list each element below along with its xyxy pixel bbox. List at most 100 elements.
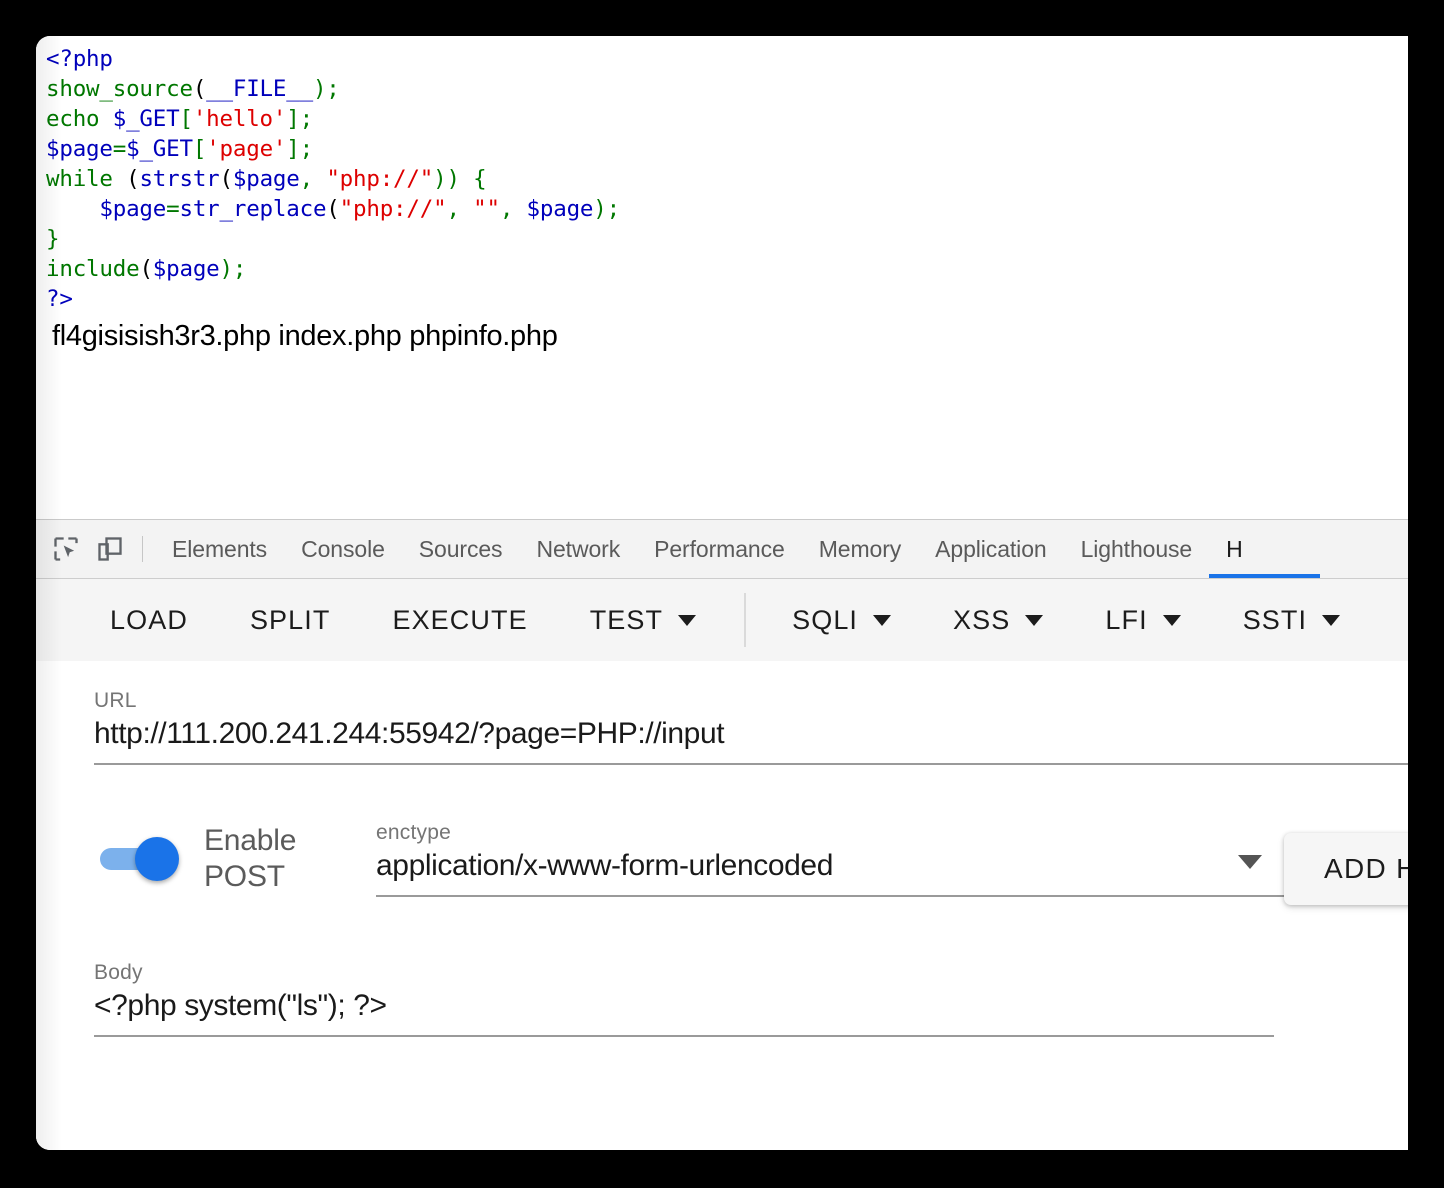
code-token: $_GET: [112, 106, 180, 132]
code-token: $page: [526, 196, 594, 222]
code-token: (: [126, 166, 140, 192]
tab-label: Elements: [172, 535, 268, 562]
code-token: (: [219, 166, 234, 192]
code-token: strstr: [139, 166, 220, 192]
add-header-button[interactable]: ADD H: [1284, 833, 1408, 905]
chevron-down-icon[interactable]: [678, 614, 697, 626]
toolbar-divider: [744, 593, 747, 647]
code-token: $page: [152, 256, 220, 282]
body-label: Body: [94, 961, 143, 984]
chevron-down-icon[interactable]: [1025, 614, 1044, 626]
tab-console[interactable]: Console: [284, 520, 402, 578]
url-underline: [94, 763, 1408, 765]
code-token: str_replace: [179, 196, 327, 222]
code-token: =: [112, 136, 127, 162]
hackbar-button-label: SSTI: [1242, 604, 1308, 635]
code-token: "php://": [326, 166, 434, 192]
code-token: "": [473, 196, 500, 222]
browser-window: <?php show_source(__FILE__); echo $_GET[…: [36, 36, 1408, 1150]
tab-label: Performance: [654, 535, 785, 562]
tab-lighthouse[interactable]: Lighthouse: [1064, 520, 1210, 578]
code-token: (: [139, 256, 153, 282]
tab-label: Sources: [418, 535, 503, 562]
url-input[interactable]: http://111.200.241.244:55942/?page=PHP:/…: [94, 713, 1408, 751]
body-input[interactable]: <?php system("ls"); ?>: [94, 985, 1408, 1023]
code-token: 'hello': [192, 106, 287, 132]
code-token: ];: [286, 136, 313, 162]
tab-elements[interactable]: Elements: [155, 520, 284, 578]
code-token: $_GET: [126, 136, 193, 162]
hackbar-test-button[interactable]: TEST: [572, 595, 714, 646]
tabbar-divider: [142, 536, 143, 562]
devtools-tabbar: Elements Console Sources Network Performance…: [36, 520, 1408, 579]
url-label: URL: [94, 689, 137, 712]
tab-performance[interactable]: Performance: [637, 520, 802, 578]
enable-post-toggle[interactable]: [94, 837, 180, 881]
tab-memory[interactable]: Memory: [802, 520, 918, 578]
code-token: );: [312, 76, 340, 102]
hackbar-sqli-button[interactable]: SQLI: [774, 595, 909, 646]
code-token: ];: [286, 106, 313, 132]
code-token: ,: [299, 166, 327, 192]
code-token: =: [166, 196, 180, 222]
devtools-panel: Elements Console Sources Network Performance…: [36, 519, 1408, 1150]
chevron-down-icon[interactable]: [1238, 855, 1262, 869]
code-token: ?>: [46, 286, 73, 312]
tab-label: H: [1226, 535, 1243, 562]
hackbar-button-label: SQLI: [792, 604, 859, 635]
device-toolbar-icon[interactable]: [90, 529, 130, 569]
devtools-tab-list: Elements Console Sources Network Performance…: [155, 520, 1319, 578]
code-token: (: [192, 76, 207, 102]
tab-sources[interactable]: Sources: [402, 520, 520, 578]
tab-label: Memory: [818, 535, 902, 562]
hackbar-lfi-button[interactable]: LFI: [1087, 595, 1198, 646]
code-token: show_source: [46, 76, 193, 102]
tab-network[interactable]: Network: [519, 520, 637, 578]
inspect-element-icon[interactable]: [46, 529, 86, 569]
body-underline: [94, 1035, 1274, 1037]
page-content: <?php show_source(__FILE__); echo $_GET[…: [36, 36, 1408, 519]
code-token: <?php: [46, 46, 113, 72]
tab-label: Application: [935, 535, 1047, 562]
chevron-down-icon[interactable]: [873, 614, 892, 626]
hackbar-button-label: LOAD: [110, 604, 188, 635]
code-token: }: [46, 226, 60, 252]
enctype-underline: [376, 895, 1286, 897]
hackbar-execute-button[interactable]: EXECUTE: [374, 595, 545, 646]
enctype-field[interactable]: enctype application/x-www-form-urlencode…: [376, 821, 1286, 897]
code-token: (: [326, 196, 340, 222]
hackbar-button-label: SPLIT: [249, 604, 331, 635]
hackbar-button-label: XSS: [953, 604, 1011, 635]
toggle-knob: [135, 837, 179, 881]
code-token: $page: [232, 166, 300, 192]
code-token: ,: [499, 196, 527, 222]
hackbar-load-button[interactable]: LOAD: [92, 595, 206, 646]
tab-application[interactable]: Application: [918, 520, 1063, 578]
enctype-select-value[interactable]: application/x-www-form-urlencoded: [376, 845, 1286, 883]
php-source-code: <?php show_source(__FILE__); echo $_GET[…: [46, 44, 1408, 314]
code-token: "php://": [339, 196, 447, 222]
code-token: [: [192, 136, 207, 162]
body-field[interactable]: Body <?php system("ls"); ?>: [94, 961, 1408, 1037]
code-token: ,: [446, 196, 474, 222]
code-token: );: [593, 196, 620, 222]
code-token: );: [219, 256, 247, 282]
chevron-down-icon[interactable]: [1162, 614, 1181, 626]
hackbar-split-button[interactable]: SPLIT: [232, 595, 349, 646]
enable-post-label: Enable POST: [204, 824, 297, 893]
hackbar-ssti-button[interactable]: SSTI: [1225, 595, 1358, 646]
code-token: $page: [46, 136, 113, 162]
hackbar-xss-button[interactable]: XSS: [935, 595, 1061, 646]
hackbar-form: URL http://111.200.241.244:55942/?page=P…: [36, 661, 1408, 1150]
code-token: echo: [46, 106, 113, 132]
tab-h[interactable]: H: [1209, 520, 1319, 578]
hackbar-action-toolbar: LOAD SPLIT EXECUTE TEST SQLI XSS LFI SSTI: [36, 579, 1408, 662]
url-field[interactable]: URL http://111.200.241.244:55942/?page=P…: [94, 689, 1408, 765]
hackbar-button-label: TEST: [589, 604, 664, 635]
enctype-label: enctype: [376, 821, 451, 844]
hackbar-button-label: LFI: [1105, 604, 1148, 635]
tab-label: Network: [536, 535, 621, 562]
chevron-down-icon[interactable]: [1322, 614, 1341, 626]
tab-label: Console: [301, 535, 385, 562]
